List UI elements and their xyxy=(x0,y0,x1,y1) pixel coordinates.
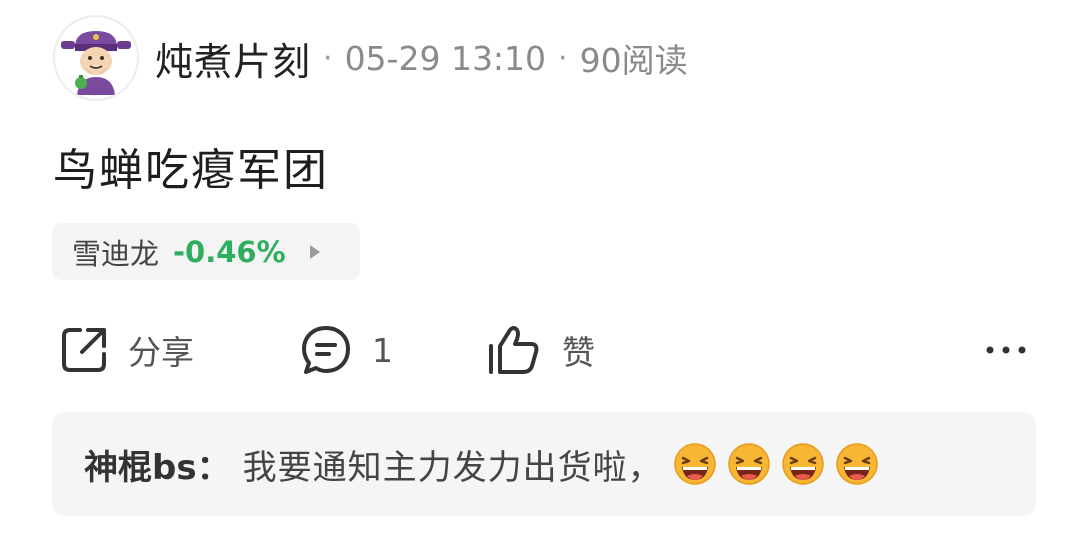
action-bar: 分享 1 赞 xyxy=(0,320,1080,380)
meta-separator: · xyxy=(323,40,333,76)
triangle-right-icon xyxy=(309,244,320,259)
share-button[interactable]: 分享 xyxy=(58,320,194,380)
comment-author[interactable]: 神棍bs xyxy=(84,440,197,489)
author-name[interactable]: 炖煮片刻 xyxy=(155,31,311,86)
laughing-emoji-icon xyxy=(673,442,717,486)
laughing-emoji-icon xyxy=(727,442,771,486)
meta-separator: · xyxy=(558,40,568,76)
comment-preview[interactable]: 神棍bs ： 我要通知主力发力出货啦， xyxy=(52,412,1036,516)
comment-count: 1 xyxy=(372,330,393,370)
post-header: 炖煮片刻 · 05-29 13:10 · 90阅读 xyxy=(53,14,688,102)
comment-icon xyxy=(302,326,350,374)
share-label: 分享 xyxy=(128,333,194,372)
post-card: 炖煮片刻 · 05-29 13:10 · 90阅读 鸟蝉吃瘪军团 雪迪龙 -0.… xyxy=(0,0,1080,537)
avatar[interactable] xyxy=(53,15,139,101)
thumbs-up-icon xyxy=(489,326,539,374)
comment-button[interactable]: 1 xyxy=(298,320,393,380)
laughing-emoji-icon xyxy=(781,442,825,486)
comment-text: 我要通知主力发力出货啦， xyxy=(242,447,663,488)
stock-change: -0.46% xyxy=(173,234,286,269)
stock-name: 雪迪龙 xyxy=(72,236,160,271)
emoji-row xyxy=(673,442,889,486)
post-text[interactable]: 鸟蝉吃瘪军团 xyxy=(53,134,329,198)
like-button[interactable]: 赞 xyxy=(486,320,595,380)
share-icon xyxy=(62,328,106,372)
avatar-image xyxy=(55,17,137,99)
like-label: 赞 xyxy=(562,333,595,372)
post-meta: 炖煮片刻 · 05-29 13:10 · 90阅读 xyxy=(155,31,688,86)
stock-tag[interactable]: 雪迪龙 -0.46% xyxy=(52,223,360,280)
more-button[interactable] xyxy=(984,320,1028,380)
more-icon xyxy=(986,346,1026,354)
laughing-emoji-icon xyxy=(835,442,879,486)
view-count: 90阅读 xyxy=(579,41,688,80)
comment-colon: ： xyxy=(196,447,231,488)
post-datetime: 05-29 13:10 xyxy=(344,38,547,78)
